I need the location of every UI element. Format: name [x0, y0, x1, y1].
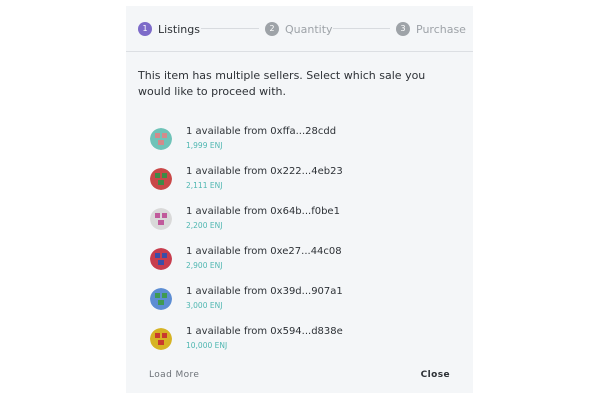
step-label: Listings	[158, 22, 200, 36]
step-listings: 1 Listings	[138, 21, 200, 37]
seller-avatar	[150, 248, 172, 270]
seller-avatar	[150, 328, 172, 350]
listing-price: 2,111 ENJ	[186, 181, 223, 190]
listing-seller: 1 available from 0xe27...44c08	[186, 246, 342, 257]
step-label: Quantity	[285, 22, 333, 36]
listing-item[interactable]: 1 available from 0x594...d838e 10,000 EN…	[150, 326, 450, 356]
listing-price: 10,000 ENJ	[186, 341, 228, 350]
step-purchase: 3 Purchase	[396, 21, 466, 37]
step-number: 3	[396, 22, 410, 36]
step-quantity: 2 Quantity	[265, 21, 333, 37]
seller-avatar	[150, 168, 172, 190]
listing-price: 3,000 ENJ	[186, 301, 223, 310]
seller-avatar	[150, 288, 172, 310]
listing-price: 2,200 ENJ	[186, 221, 223, 230]
listing-item[interactable]: 1 available from 0x64b...f0be1 2,200 ENJ	[150, 206, 450, 236]
load-more-button[interactable]: Load More	[149, 370, 199, 380]
seller-avatar	[150, 208, 172, 230]
listing-price: 1,999 ENJ	[186, 141, 223, 150]
step-connector	[201, 28, 259, 29]
listing-seller: 1 available from 0x64b...f0be1	[186, 206, 340, 217]
step-number: 2	[265, 22, 279, 36]
purchase-modal: 1 Listings 2 Quantity 3 Purchase This it…	[126, 6, 473, 393]
seller-avatar	[150, 128, 172, 150]
listing-seller: 1 available from 0x39d...907a1	[186, 286, 343, 297]
listing-seller: 1 available from 0xffa...28cdd	[186, 126, 337, 137]
listing-price: 2,900 ENJ	[186, 261, 223, 270]
seller-instructions: This item has multiple sellers. Select w…	[138, 69, 426, 98]
step-connector	[333, 28, 390, 29]
listing-item[interactable]: 1 available from 0x39d...907a1 3,000 ENJ	[150, 286, 450, 316]
step-label: Purchase	[416, 22, 466, 36]
listing-item[interactable]: 1 available from 0xe27...44c08 2,900 ENJ	[150, 246, 450, 276]
step-number: 1	[138, 22, 152, 36]
listing-item[interactable]: 1 available from 0xffa...28cdd 1,999 ENJ	[150, 126, 450, 156]
purchase-stepper: 1 Listings 2 Quantity 3 Purchase	[126, 6, 473, 52]
listing-seller: 1 available from 0x594...d838e	[186, 326, 343, 337]
listing-item[interactable]: 1 available from 0x222...4eb23 2,111 ENJ	[150, 166, 450, 196]
close-button[interactable]: Close	[421, 370, 450, 380]
listing-seller: 1 available from 0x222...4eb23	[186, 166, 343, 177]
